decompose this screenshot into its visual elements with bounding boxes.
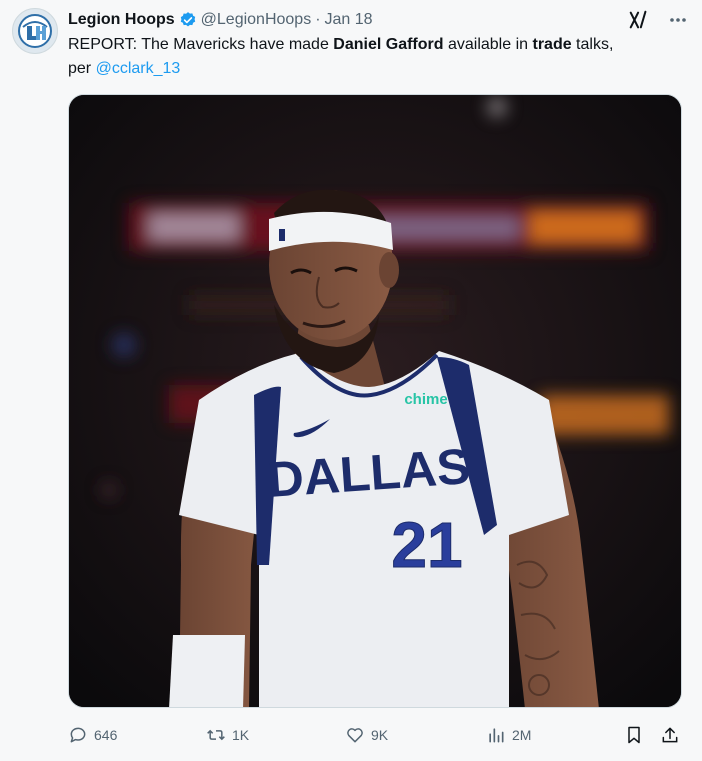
reply-button[interactable]: 646: [68, 722, 117, 748]
verified-badge-icon: [180, 12, 195, 27]
like-count: 9K: [371, 727, 389, 743]
tweet-header: Legion Hoops @LegionHoops · Jan 18: [68, 9, 688, 31]
views-count: 2M: [512, 727, 532, 743]
share-button[interactable]: [660, 722, 680, 748]
tweet-text-part: per: [68, 60, 96, 77]
tweet-text: REPORT: The Mavericks have made Daniel G…: [68, 33, 688, 81]
tweet-card[interactable]: Legion Hoops @LegionHoops · Jan 18 REPOR…: [0, 0, 702, 761]
tweet-photo[interactable]: chime DALLAS 21: [68, 94, 682, 708]
avatar[interactable]: [12, 8, 58, 54]
author-name[interactable]: Legion Hoops: [68, 11, 175, 29]
tweet-date[interactable]: Jan 18: [325, 11, 373, 29]
bookmark-button[interactable]: [624, 722, 644, 748]
share-icon: [662, 727, 678, 743]
tweet-text-bold: trade: [532, 36, 572, 53]
jersey-sponsor: chime: [404, 391, 447, 408]
tweet-text-bold: Daniel Gafford: [333, 36, 444, 53]
author-handle[interactable]: @LegionHoops: [201, 11, 312, 29]
repost-icon: [207, 729, 225, 741]
reply-icon: [70, 727, 86, 743]
repost-button[interactable]: 1K: [206, 722, 249, 748]
tweet-text-part: available in: [443, 36, 533, 53]
tweet-text-part: talks,: [571, 36, 614, 53]
legion-hoops-logo-icon: [18, 14, 52, 48]
player-photo: chime DALLAS 21: [69, 95, 681, 707]
separator-dot: ·: [315, 11, 321, 28]
analytics-icon: [489, 728, 504, 743]
jersey-number: 21: [391, 509, 462, 581]
tweet-text-part: REPORT: The Mavericks have made: [68, 36, 334, 53]
repost-count: 1K: [232, 727, 250, 743]
reply-count: 646: [94, 727, 118, 743]
like-button[interactable]: 9K: [345, 722, 388, 748]
ellipsis-icon: [670, 18, 686, 22]
header-actions: [628, 9, 688, 31]
bookmark-icon: [628, 726, 640, 744]
views-button[interactable]: 2M: [486, 722, 531, 748]
grok-icon[interactable]: [628, 9, 650, 31]
more-options-icon[interactable]: [668, 10, 688, 30]
heart-icon: [347, 728, 363, 743]
action-bar: 646 1K 9K 2M: [68, 722, 688, 748]
mention-link[interactable]: @cclark_13: [96, 60, 181, 77]
